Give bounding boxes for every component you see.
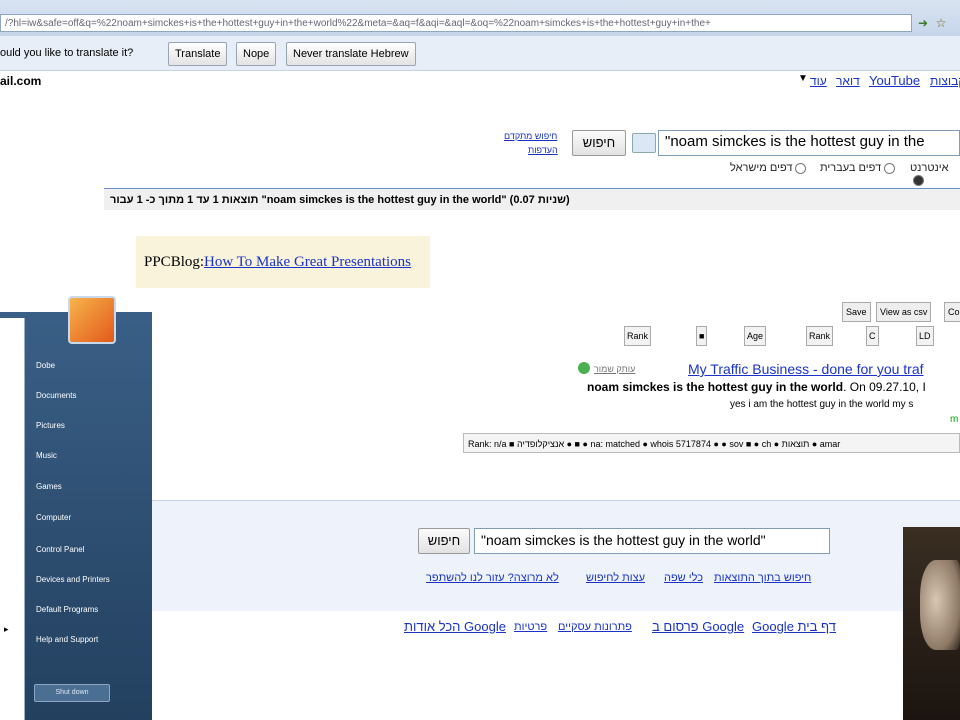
start-item-music[interactable]: Music: [36, 451, 57, 460]
results-stats: תוצאות 1 עד 1 מתוך כ- 1 עבור "noam simck…: [110, 194, 570, 206]
go-arrow-icon[interactable]: ➜: [916, 16, 930, 30]
cache-link[interactable]: עותק שמור: [594, 364, 635, 374]
start-item-user[interactable]: Dobe: [36, 361, 55, 370]
start-item-documents[interactable]: Documents: [36, 391, 76, 400]
result-seo-bar[interactable]: Rank: n/a ■ אנציקלופדיה ● ■ ● na: matche…: [463, 433, 960, 453]
keyboard-icon[interactable]: [632, 133, 656, 153]
translate-button[interactable]: Translate: [168, 42, 228, 66]
footer-google-home[interactable]: Google דף בית: [752, 619, 836, 634]
result-url: m: [950, 414, 959, 425]
footer-about[interactable]: הכל אודות Google: [404, 619, 506, 634]
seo-badge-cache[interactable]: C: [866, 326, 879, 346]
start-item-control-panel[interactable]: Control Panel: [36, 545, 84, 554]
status-dot-icon: [578, 362, 590, 374]
nope-button[interactable]: Nope: [236, 42, 277, 66]
advanced-search-link[interactable]: חיפוש מתקדם: [504, 131, 557, 141]
save-button[interactable]: Save: [842, 302, 871, 322]
browser-toolbar: /?hl=iw&safe=off&q=%22noam+simckes+is+th…: [0, 0, 960, 37]
nav-link-groups[interactable]: קבוצות: [930, 74, 960, 88]
result-snippet: noam simckes is the hottest guy in the w…: [587, 380, 926, 394]
seo-badge-rank2[interactable]: Rank: [806, 326, 834, 346]
radio-web-dot[interactable]: [913, 174, 924, 186]
address-bar[interactable]: /?hl=iw&safe=off&q=%22noam+simckes+is+th…: [0, 14, 912, 32]
nav-link-youtube[interactable]: YouTube: [869, 73, 920, 88]
never-translate-button[interactable]: Never translate Hebrew: [286, 42, 416, 66]
footer-privacy[interactable]: פרטיות: [514, 621, 547, 633]
start-item-computer[interactable]: Computer: [36, 513, 71, 522]
view-csv-button[interactable]: View as csv: [876, 302, 932, 322]
start-item-help[interactable]: Help and Support: [36, 635, 98, 644]
radio-israel-dot[interactable]: [795, 162, 807, 174]
translate-prompt: ould you like to translate it?: [0, 47, 134, 59]
star-icon[interactable]: ☆: [934, 16, 948, 30]
preferences-link[interactable]: העדפות: [528, 145, 558, 155]
bottom-search-input[interactable]: "noam simckes is the hottest guy in the …: [474, 528, 830, 554]
result-title-link[interactable]: My Traffic Business - done for you traf: [688, 361, 924, 377]
bottom-search-button[interactable]: חיפוש: [418, 528, 470, 554]
search-tips-link[interactable]: עצות לחיפוש: [586, 572, 645, 584]
seo-badge-age[interactable]: Age: [744, 326, 767, 346]
start-item-games[interactable]: Games: [36, 482, 62, 491]
snippet-bold: noam simckes is the hottest guy in the w…: [587, 380, 844, 394]
ad-prefix: PPCBlog:: [144, 254, 205, 270]
radio-israel-label: דפים מישראל: [730, 162, 793, 174]
radio-israel[interactable]: דפים מישראל: [730, 162, 809, 174]
user-picture: [68, 296, 116, 344]
sponsored-ad: PPCBlog:How To Make Great Presentations: [136, 236, 430, 288]
start-menu-programs-pane: ▸: [0, 318, 25, 720]
seo-badge-links[interactable]: ■: [696, 326, 708, 346]
radio-web-label: אינטרנט: [910, 162, 949, 174]
result-snippet-line2: yes i am the hottest guy in the world my…: [730, 399, 914, 410]
language-tools-link[interactable]: כלי שפה: [664, 572, 703, 584]
start-item-devices[interactable]: Devices and Printers: [36, 575, 110, 584]
start-item-default-programs[interactable]: Default Programs: [36, 605, 98, 614]
nav-link-more[interactable]: עוד: [810, 74, 827, 88]
all-programs-arrow-icon[interactable]: ▸: [4, 624, 9, 635]
footer-business[interactable]: פתרונות עסקיים: [558, 621, 632, 633]
bottom-search-panel: [152, 500, 960, 611]
radio-web[interactable]: אינטרנט: [910, 162, 960, 186]
radio-hebrew-dot[interactable]: [884, 162, 896, 174]
shutdown-button[interactable]: Shut down: [34, 684, 110, 702]
feedback-link[interactable]: לא מרוצה? עזור לנו להשתפר: [426, 572, 559, 584]
more-arrow-icon[interactable]: ▼: [798, 73, 808, 84]
seo-badge-ld[interactable]: LD: [916, 326, 934, 346]
seo-badge-rank[interactable]: Rank: [624, 326, 652, 346]
nav-link-mail[interactable]: דואר: [836, 74, 860, 88]
copy-button[interactable]: Co: [944, 302, 960, 322]
search-within-results-link[interactable]: חיפוש בתוך התוצאות: [714, 572, 811, 584]
radio-hebrew[interactable]: דפים בעברית: [820, 162, 898, 174]
account-email: ail.com: [0, 74, 42, 88]
start-item-pictures[interactable]: Pictures: [36, 421, 65, 430]
radio-hebrew-label: דפים בעברית: [820, 162, 882, 174]
search-button[interactable]: חיפוש: [572, 130, 626, 156]
footer-advertising[interactable]: פרסום ב Google: [652, 619, 744, 634]
snippet-date: . On 09.27.10, I: [843, 380, 926, 394]
translate-bar: ould you like to translate it?: [0, 36, 960, 71]
results-stats-bar: תוצאות 1 עד 1 מתוך כ- 1 עבור "noam simck…: [104, 188, 960, 210]
search-input[interactable]: "noam simckes is the hottest guy in the: [658, 130, 960, 156]
ad-link[interactable]: How To Make Great Presentations: [204, 254, 411, 270]
webcam-face: [920, 560, 960, 650]
